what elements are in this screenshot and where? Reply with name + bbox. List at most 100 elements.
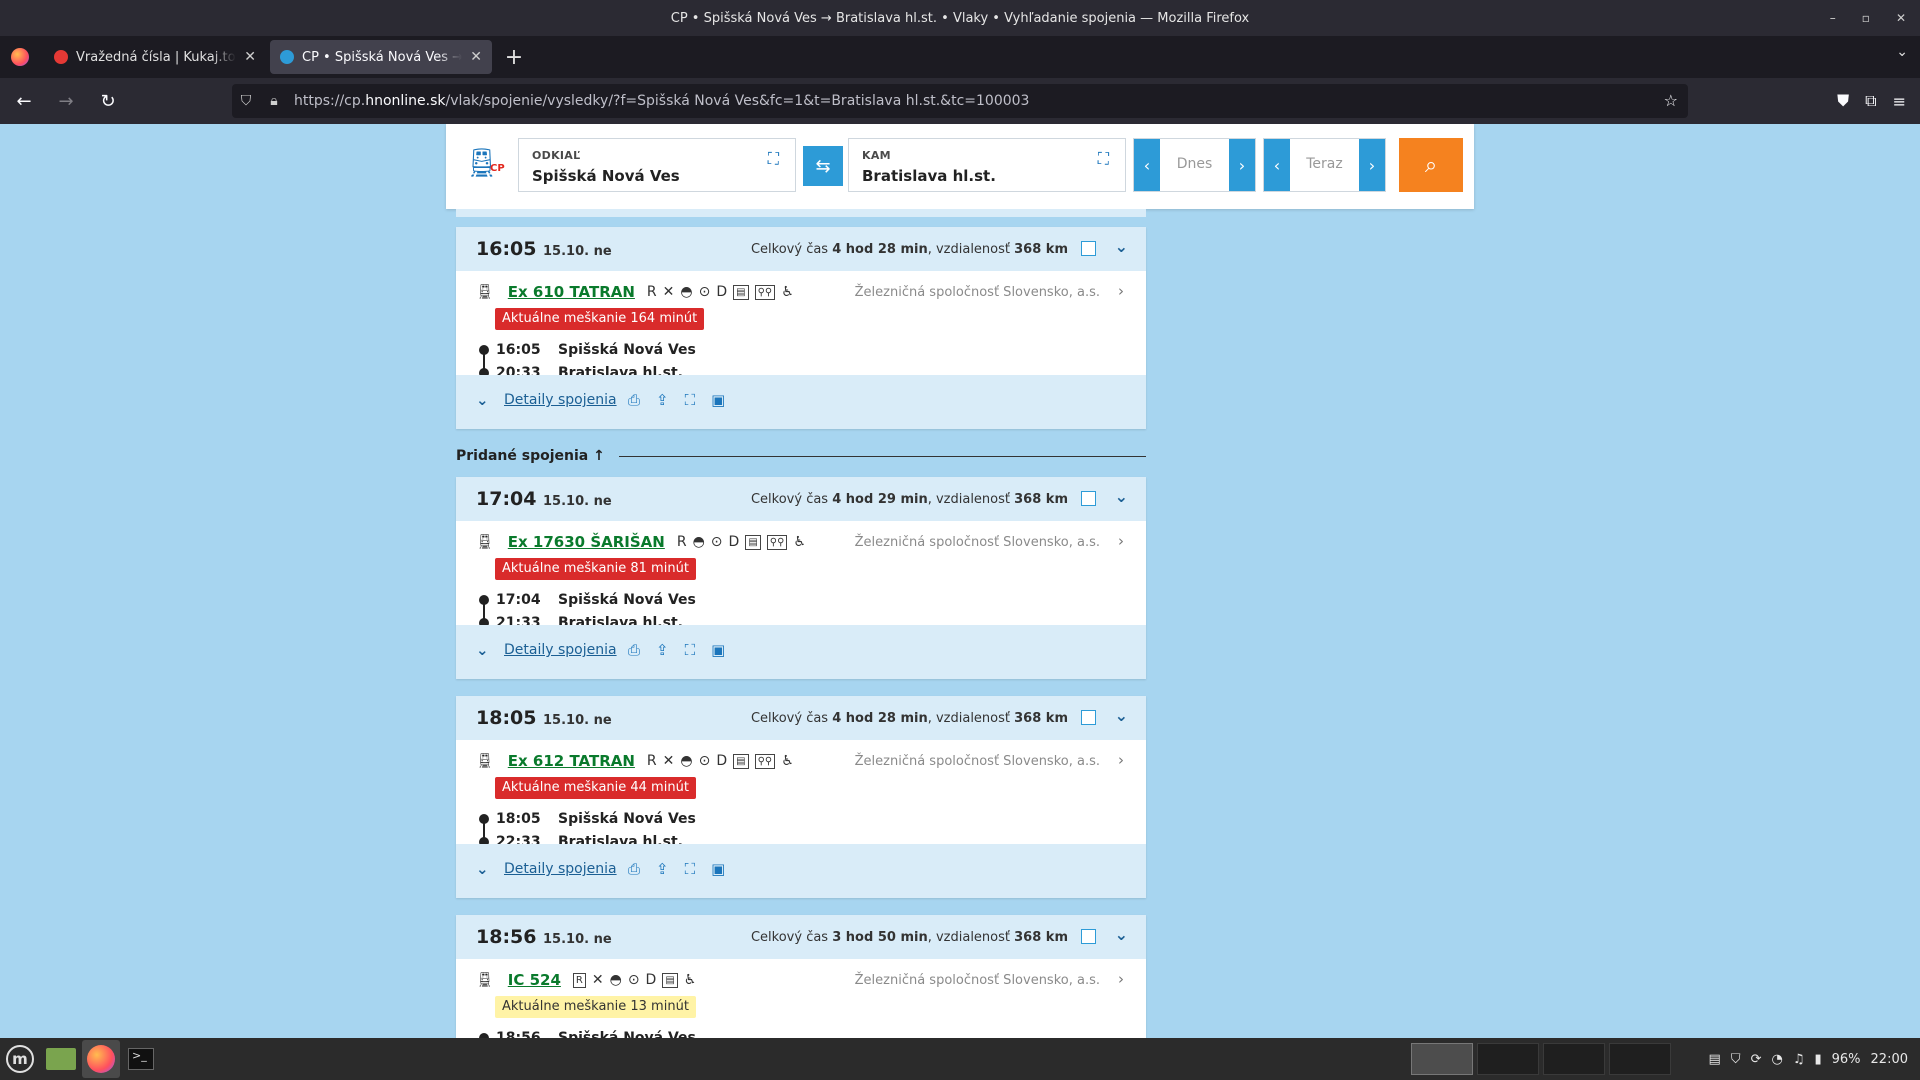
tab-close-icon[interactable]: ✕ (470, 49, 482, 65)
ticket-icon[interactable]: ▣ (711, 641, 725, 659)
operator-name[interactable]: Železničná spoločnosť Slovensko, a.s. (855, 973, 1100, 988)
workspace-4[interactable] (1609, 1043, 1671, 1075)
train-name-link[interactable]: Ex 612 TATRAN (508, 752, 635, 770)
date-selector[interactable]: ‹ Dnes › (1133, 138, 1256, 192)
time-prev-icon[interactable]: ‹ (1264, 139, 1290, 191)
tab-close-icon[interactable]: ✕ (244, 49, 256, 65)
minimize-icon[interactable]: – (1830, 11, 1836, 25)
chevron-down-icon[interactable]: ⌄ (1115, 237, 1128, 256)
share-icon[interactable]: ⇪ (656, 391, 669, 409)
chevron-right-icon[interactable]: › (1118, 532, 1124, 550)
shield-icon[interactable]: ⛉ (1731, 1052, 1741, 1067)
bookmark-star-icon[interactable]: ☆ (1664, 91, 1678, 110)
to-value[interactable]: Bratislava hl.st. (862, 167, 996, 185)
url-text[interactable]: https://cp.hnonline.sk/vlak/spojenie/vys… (294, 93, 1029, 109)
chevron-down-icon[interactable]: ⌄ (1115, 706, 1128, 725)
chevron-right-icon[interactable]: › (1118, 751, 1124, 769)
map-pin-icon[interactable]: ⛶ (1098, 149, 1109, 169)
print-icon[interactable]: ⎙ (628, 641, 640, 659)
date-prev-icon[interactable]: ‹ (1134, 139, 1160, 191)
share-icon[interactable]: ⇪ (656, 641, 669, 659)
cp-train-logo[interactable]: 🚆︎ CP (464, 146, 508, 186)
details-link[interactable]: Detaily spojenia (504, 392, 617, 408)
connection-header[interactable]: 17:04 15.10. ne Celkový čas 4 hod 29 min… (456, 477, 1146, 521)
clock[interactable]: 22:00 (1871, 1052, 1908, 1067)
connection-header[interactable]: 18:56 15.10. ne Celkový čas 3 hod 50 min… (456, 915, 1146, 959)
back-icon[interactable]: ← (6, 83, 42, 119)
print-icon[interactable]: ⎙ (628, 860, 640, 878)
time-next-icon[interactable]: › (1359, 139, 1385, 191)
files-launcher[interactable] (42, 1040, 80, 1078)
extensions-icon[interactable]: ⧉ (1865, 91, 1876, 111)
time-value[interactable]: Teraz (1290, 156, 1359, 172)
chevron-down-icon[interactable]: ⌄ (476, 641, 489, 659)
compare-checkbox[interactable] (1081, 710, 1096, 725)
firefox-launcher[interactable] (82, 1040, 120, 1078)
stop-time: 17:04 (496, 591, 541, 608)
train-row: 🚆︎ Ex 610 TATRAN R ✕ ◓ ⊙ D ▤ ⚲⚲ ♿ (476, 283, 794, 301)
forward-icon[interactable]: → (48, 83, 84, 119)
chevron-down-icon[interactable]: ⌄ (476, 391, 489, 409)
workspace-3[interactable] (1543, 1043, 1605, 1075)
ticket-icon[interactable]: ▣ (711, 391, 725, 409)
battery-icon[interactable]: ▮ (1814, 1052, 1821, 1067)
start-menu-button[interactable]: m (0, 1038, 40, 1080)
lock-icon[interactable]: 🔒︎ (260, 93, 288, 109)
chevron-down-icon[interactable]: ⌄ (1115, 925, 1128, 944)
print-icon[interactable]: ⎙ (628, 391, 640, 409)
from-field[interactable]: ODKIAĽ Spišská Nová Ves ⛶ (518, 138, 796, 192)
tab-kukaj[interactable]: Vražedná čísla | Kukaj.to - R ✕ (44, 40, 266, 74)
terminal-launcher[interactable]: >_ (122, 1040, 160, 1078)
pocket-icon[interactable]: ⛊ (1837, 91, 1849, 111)
train-name-link[interactable]: Ex 610 TATRAN (508, 283, 635, 301)
from-value[interactable]: Spišská Nová Ves (532, 167, 680, 185)
sound-icon[interactable]: ♫ (1793, 1052, 1805, 1067)
swap-stations-button[interactable]: ⇆ (803, 146, 843, 186)
connection-header[interactable]: 18:05 15.10. ne Celkový čas 4 hod 28 min… (456, 696, 1146, 740)
train-name-link[interactable]: IC 524 (508, 971, 561, 989)
wifi-icon[interactable]: ◔ (1771, 1052, 1782, 1067)
compare-checkbox[interactable] (1081, 491, 1096, 506)
operator-name[interactable]: Železničná spoločnosť Slovensko, a.s. (855, 535, 1100, 550)
shield-icon[interactable]: ⛉ (232, 93, 260, 109)
hamburger-menu-icon[interactable]: ≡ (1893, 92, 1906, 111)
chevron-right-icon[interactable]: › (1118, 970, 1124, 988)
compare-checkbox[interactable] (1081, 241, 1096, 256)
search-button[interactable]: ⌕ (1399, 138, 1463, 192)
tab-strip: Vražedná čísla | Kukaj.to - R ✕ CP • Spi… (0, 36, 1920, 78)
chevron-down-icon[interactable]: ⌄ (1115, 487, 1128, 506)
connection-header[interactable]: 16:05 15.10. ne Celkový čas 4 hod 28 min… (456, 227, 1146, 271)
ticket-icon[interactable]: ▣ (711, 860, 725, 878)
time-selector[interactable]: ‹ Teraz › (1263, 138, 1386, 192)
train-name-link[interactable]: Ex 17630 ŠARIŠAN (508, 533, 665, 551)
tab-cp[interactable]: CP • Spišská Nová Ves → Br ✕ (270, 40, 492, 74)
chevron-down-icon[interactable]: ⌄ (476, 860, 489, 878)
added-connections-label[interactable]: Pridané spojenia ↑ (456, 448, 605, 464)
map-pin-icon[interactable]: ⛶ (768, 149, 779, 169)
clipboard-icon[interactable]: ▤ (1709, 1052, 1721, 1067)
operator-name[interactable]: Železničná spoločnosť Slovensko, a.s. (855, 285, 1100, 300)
workspace-1[interactable] (1411, 1043, 1473, 1075)
to-field[interactable]: KAM Bratislava hl.st. ⛶ (848, 138, 1126, 192)
map-icon[interactable]: ⛶ (685, 641, 696, 659)
new-tab-button[interactable]: + (498, 41, 530, 73)
workspace-2[interactable] (1477, 1043, 1539, 1075)
close-icon[interactable]: ✕ (1896, 11, 1906, 25)
maximize-icon[interactable]: ▫ (1862, 11, 1870, 25)
chevron-right-icon[interactable]: › (1118, 282, 1124, 300)
share-icon[interactable]: ⇪ (656, 860, 669, 878)
operator-name[interactable]: Železničná spoločnosť Slovensko, a.s. (855, 754, 1100, 769)
details-link[interactable]: Detaily spojenia (504, 861, 617, 877)
firefox-view-button[interactable] (0, 36, 40, 78)
compare-checkbox[interactable] (1081, 929, 1096, 944)
to-label: KAM (862, 149, 891, 162)
date-next-icon[interactable]: › (1229, 139, 1255, 191)
update-icon[interactable]: ⟳ (1751, 1052, 1762, 1067)
url-bar[interactable]: ⛉ 🔒︎ https://cp.hnonline.sk/vlak/spojeni… (232, 84, 1688, 118)
list-all-tabs-icon[interactable]: ⌄ (1896, 44, 1908, 60)
details-link[interactable]: Detaily spojenia (504, 642, 617, 658)
map-icon[interactable]: ⛶ (685, 391, 696, 409)
date-value[interactable]: Dnes (1160, 156, 1229, 172)
map-icon[interactable]: ⛶ (685, 860, 696, 878)
reload-icon[interactable]: ↻ (90, 83, 126, 119)
